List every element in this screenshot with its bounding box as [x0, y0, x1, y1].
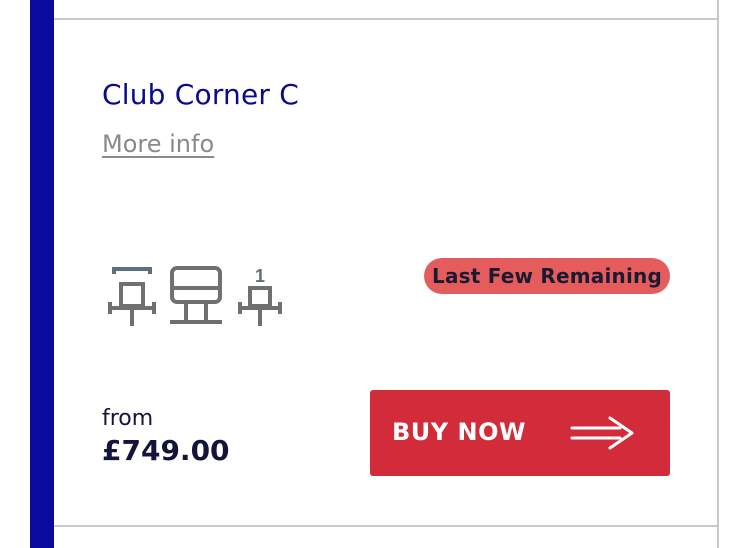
seat-count-label: 1 [255, 266, 265, 286]
price-prefix: from [102, 406, 154, 431]
single-seat-icon: 1 [238, 266, 282, 326]
ticket-title: Club Corner C [102, 78, 299, 111]
seat-icon [170, 266, 222, 324]
card-right-border [717, 0, 719, 548]
accent-bar [30, 0, 54, 548]
aisle-seat-icon [108, 267, 156, 326]
top-divider [54, 18, 719, 20]
bottom-divider [54, 525, 719, 527]
buy-now-label: BUY NOW [392, 418, 526, 446]
buy-now-button[interactable]: BUY NOW [370, 390, 670, 476]
double-arrow-right-icon [570, 416, 634, 450]
availability-badge: Last Few Remaining [424, 258, 670, 294]
price-value: £749.00 [102, 434, 230, 467]
more-info-link[interactable]: More info [102, 130, 214, 158]
